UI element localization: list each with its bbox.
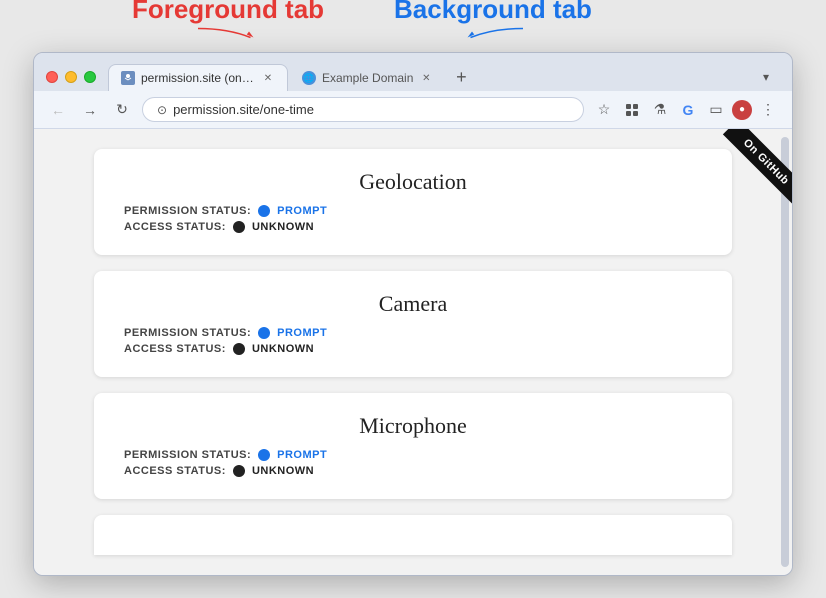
refresh-button[interactable]: ↻ xyxy=(110,98,134,122)
partial-card xyxy=(94,515,732,555)
geolocation-title: Geolocation xyxy=(124,169,702,195)
maximize-button[interactable] xyxy=(84,71,96,83)
address-bar[interactable]: ⊙ permission.site/one-time xyxy=(142,97,584,122)
tab-permission-close[interactable]: ✕ xyxy=(261,71,275,85)
geolocation-access-label: ACCESS STATUS: xyxy=(124,221,226,233)
geolocation-card: Geolocation PERMISSION STATUS: PROMPT AC… xyxy=(94,149,732,255)
window-controls xyxy=(46,71,96,83)
camera-access-label: ACCESS STATUS: xyxy=(124,343,226,355)
geolocation-access-dot xyxy=(233,221,245,233)
microphone-permission-value: PROMPT xyxy=(277,449,327,461)
nav-bar: ← → ↻ ⊙ permission.site/one-time ☆ ⚗ xyxy=(34,91,792,129)
tabs-dropdown-button[interactable]: ▾ xyxy=(752,63,780,91)
camera-permission-row: PERMISSION STATUS: PROMPT xyxy=(124,327,702,339)
nav-icons: ☆ ⚗ G ▭ ● ⋮ xyxy=(592,98,780,122)
microphone-access-value: UNKNOWN xyxy=(252,465,314,477)
geolocation-access-value: UNKNOWN xyxy=(252,221,314,233)
bookmark-icon[interactable]: ☆ xyxy=(592,98,616,122)
microphone-permission-dot xyxy=(258,449,270,461)
geolocation-permission-dot xyxy=(258,205,270,217)
tab-permission[interactable]: permission.site (one-time) ✕ xyxy=(108,64,288,91)
geolocation-access-row: ACCESS STATUS: UNKNOWN xyxy=(124,221,702,233)
forward-button[interactable]: → xyxy=(78,98,102,122)
content-area: On GitHub Geolocation PERMISSION STATUS:… xyxy=(34,129,792,575)
google-icon[interactable]: G xyxy=(676,98,700,122)
tab-permission-favicon xyxy=(121,71,135,85)
menu-button[interactable]: ⋮ xyxy=(756,98,780,122)
microphone-permission-row: PERMISSION STATUS: PROMPT xyxy=(124,449,702,461)
camera-access-dot xyxy=(233,343,245,355)
github-ribbon[interactable]: On GitHub xyxy=(692,129,792,229)
browser-window: permission.site (one-time) ✕ 🌐 Example D… xyxy=(33,52,793,576)
geolocation-permission-label: PERMISSION STATUS: xyxy=(124,205,251,217)
close-button[interactable] xyxy=(46,71,58,83)
new-tab-button[interactable]: + xyxy=(447,63,475,91)
microphone-card: Microphone PERMISSION STATUS: PROMPT ACC… xyxy=(94,393,732,499)
tab-example-favicon: 🌐 xyxy=(302,71,316,85)
tab-example-title: Example Domain xyxy=(322,71,413,85)
camera-permission-dot xyxy=(258,327,270,339)
address-text: permission.site/one-time xyxy=(173,102,569,117)
extension-icon[interactable] xyxy=(620,98,644,122)
camera-title: Camera xyxy=(124,291,702,317)
background-tab-arrow xyxy=(453,27,533,39)
tab-labels: Foreground tab Background tab xyxy=(33,0,793,25)
geolocation-permission-value: PROMPT xyxy=(277,205,327,217)
background-tab-label: Background tab xyxy=(383,0,603,25)
camera-card: Camera PERMISSION STATUS: PROMPT ACCESS … xyxy=(94,271,732,377)
geolocation-permission-row: PERMISSION STATUS: PROMPT xyxy=(124,205,702,217)
microphone-title: Microphone xyxy=(124,413,702,439)
tab-example-close[interactable]: ✕ xyxy=(419,71,433,85)
cards-container: Geolocation PERMISSION STATUS: PROMPT AC… xyxy=(34,129,792,575)
microphone-access-row: ACCESS STATUS: UNKNOWN xyxy=(124,465,702,477)
lab-icon[interactable]: ⚗ xyxy=(648,98,672,122)
tab-example[interactable]: 🌐 Example Domain ✕ xyxy=(290,65,445,91)
camera-permission-value: PROMPT xyxy=(277,327,327,339)
cast-icon[interactable]: ▭ xyxy=(704,98,728,122)
back-button[interactable]: ← xyxy=(46,98,70,122)
camera-access-row: ACCESS STATUS: UNKNOWN xyxy=(124,343,702,355)
address-bar-lock-icon: ⊙ xyxy=(157,103,167,117)
title-bar: permission.site (one-time) ✕ 🌐 Example D… xyxy=(34,53,792,91)
github-ribbon-text: On GitHub xyxy=(723,129,792,205)
camera-permission-label: PERMISSION STATUS: xyxy=(124,327,251,339)
microphone-access-label: ACCESS STATUS: xyxy=(124,465,226,477)
foreground-tab-label: Foreground tab xyxy=(83,0,373,25)
microphone-access-dot xyxy=(233,465,245,477)
outer-wrapper: Foreground tab Background tab xyxy=(33,52,793,576)
tabs-row: permission.site (one-time) ✕ 🌐 Example D… xyxy=(108,63,780,91)
minimize-button[interactable] xyxy=(65,71,77,83)
foreground-tab-arrow xyxy=(188,27,268,39)
profile-icon[interactable]: ● xyxy=(732,100,752,120)
microphone-permission-label: PERMISSION STATUS: xyxy=(124,449,251,461)
camera-access-value: UNKNOWN xyxy=(252,343,314,355)
tab-permission-title: permission.site (one-time) xyxy=(141,71,255,85)
